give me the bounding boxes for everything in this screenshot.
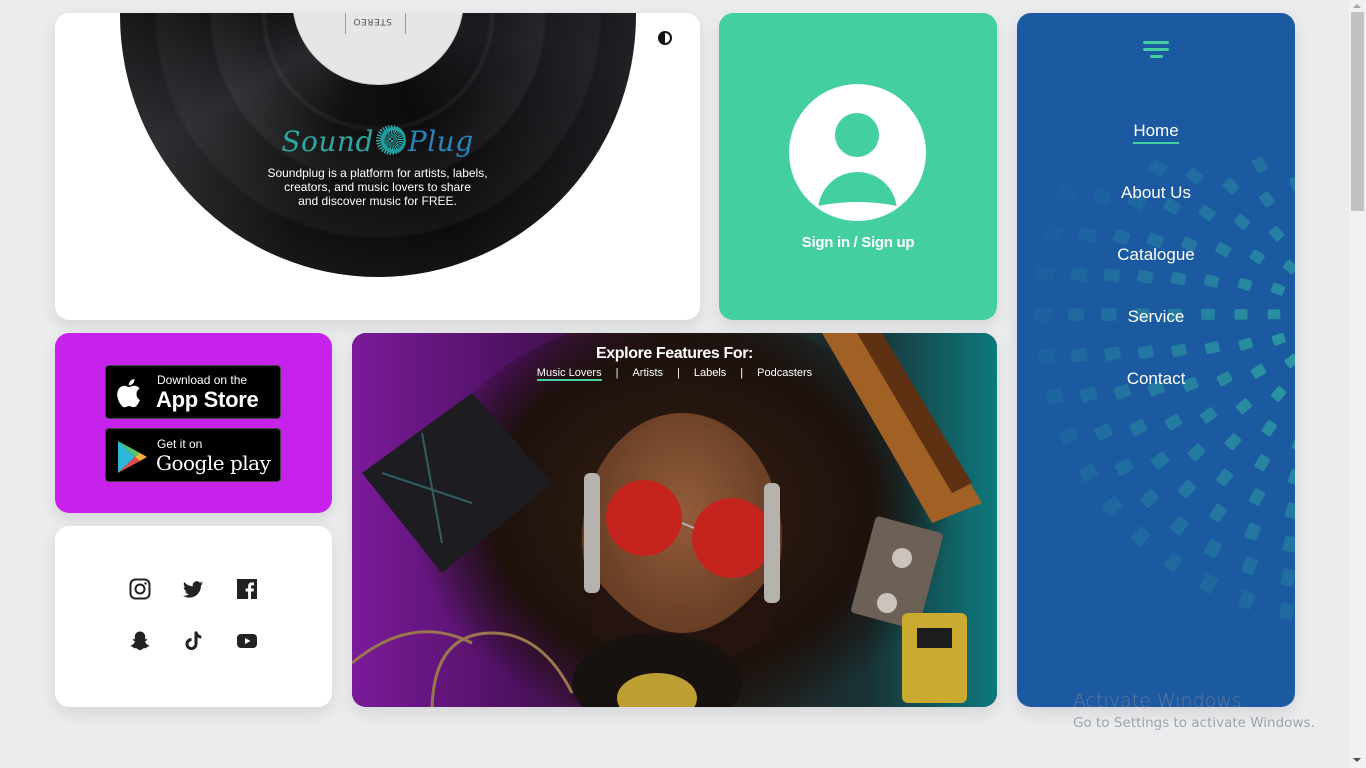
page-scrollbar[interactable]: [1349, 0, 1366, 768]
google-play-caption: Get it on: [157, 437, 203, 451]
hero-tagline: Soundplug is a platform for artists, lab…: [55, 166, 700, 208]
pattern-tile: [1248, 488, 1265, 506]
activate-windows-title: Activate Windows: [1073, 690, 1242, 712]
google-play-icon: [118, 441, 147, 473]
soundplug-logo: Sound Plug: [55, 125, 700, 158]
pattern-tile: [1150, 451, 1170, 470]
app-stores-card: Download on the App Store Get it on Goog…: [55, 333, 332, 513]
nav-link-home[interactable]: Home: [1133, 121, 1179, 144]
hamburger-icon[interactable]: [1143, 41, 1169, 61]
pattern-tile: [1209, 503, 1227, 523]
contrast-icon[interactable]: [658, 31, 672, 45]
music-lover-photo: [352, 333, 997, 707]
tab-separator: |: [740, 367, 744, 379]
social-links-card: [55, 526, 332, 707]
pattern-tile: [1114, 457, 1134, 477]
pattern-tile: [1199, 573, 1218, 594]
logo-text-sound: Sound: [281, 125, 374, 158]
google-play-button[interactable]: Get it on Google play: [105, 428, 281, 482]
pattern-tile: [1282, 535, 1295, 553]
pattern-tile: [1203, 538, 1222, 559]
label-line: [405, 13, 406, 34]
scroll-down-arrow-icon[interactable]: [1353, 758, 1361, 762]
tiktok-icon[interactable]: [182, 630, 204, 652]
nav-item-service: Service: [1017, 307, 1295, 369]
pattern-tile: [1278, 601, 1295, 621]
hero-card: STEREO Sound Plug Soundplug is a platform…: [55, 13, 700, 320]
pattern-tile: [1216, 468, 1234, 487]
explore-features-card: Explore Features For: Music Lovers | Artis…: [352, 333, 997, 707]
google-play-title: Google play: [156, 451, 271, 475]
app-store-title: App Store: [156, 387, 259, 412]
tab-podcasters[interactable]: Podcasters: [757, 367, 812, 379]
youtube-icon[interactable]: [236, 630, 258, 652]
pattern-tile: [1130, 526, 1151, 547]
tagline-line: Soundplug is a platform for artists, lab…: [267, 166, 488, 180]
nav-link-about-us[interactable]: About Us: [1121, 183, 1191, 204]
nav-menu: Home About Us Catalogue Service Contact: [1017, 121, 1295, 431]
tab-music-lovers[interactable]: Music Lovers: [536, 367, 602, 381]
activate-windows-subtitle: Go to Settings to activate Windows.: [1073, 715, 1315, 731]
app-store-caption: Download on the: [157, 373, 248, 387]
pattern-tile: [1244, 522, 1262, 541]
tab-labels[interactable]: Labels: [694, 367, 726, 379]
facebook-icon[interactable]: [236, 578, 258, 600]
explore-tabs: Music Lovers | Artists | Labels | Podcasters: [352, 367, 997, 381]
nav-link-service[interactable]: Service: [1128, 307, 1185, 328]
pattern-tile: [1139, 489, 1159, 508]
pattern-tile: [1238, 590, 1256, 610]
logo-swirl-icon: [375, 125, 406, 155]
nav-link-catalogue[interactable]: Catalogue: [1117, 245, 1195, 266]
tab-artists[interactable]: Artists: [632, 367, 663, 379]
apple-icon: [117, 379, 140, 408]
navigation-card: Home About Us Catalogue Service Contact: [1017, 13, 1295, 707]
tab-separator: |: [677, 367, 680, 379]
app-store-button[interactable]: Download on the App Store: [105, 365, 281, 419]
snapchat-icon[interactable]: [129, 630, 151, 652]
tab-separator: |: [615, 367, 619, 379]
label-stereo-text: STEREO: [353, 16, 392, 26]
pattern-tile: [1284, 502, 1295, 519]
avatar-body-mask: [789, 202, 926, 221]
hamburger-line: [1143, 48, 1169, 51]
nav-item-about-us: About Us: [1017, 183, 1295, 245]
instagram-icon[interactable]: [129, 578, 151, 600]
nav-item-contact: Contact: [1017, 369, 1295, 431]
hamburger-line: [1143, 41, 1169, 44]
signin-card[interactable]: Sign in / Sign up: [719, 13, 997, 320]
label-line: [345, 13, 346, 34]
user-avatar-icon[interactable]: [789, 84, 926, 221]
nav-item-home: Home: [1017, 121, 1295, 183]
tagline-line: creators, and music lovers to share: [284, 180, 471, 194]
pattern-tile: [1169, 516, 1189, 536]
pattern-tile: [1177, 480, 1196, 499]
nav-item-catalogue: Catalogue: [1017, 245, 1295, 307]
avatar-head: [835, 113, 879, 157]
tagline-line: and discover music for FREE.: [298, 194, 457, 208]
logo-text-plug: Plug: [407, 125, 474, 158]
signin-signup-link[interactable]: Sign in / Sign up: [719, 234, 997, 251]
twitter-icon[interactable]: [182, 579, 204, 601]
pattern-tile: [1078, 463, 1099, 482]
pattern-tile: [1280, 568, 1295, 587]
nav-link-contact[interactable]: Contact: [1127, 369, 1186, 390]
pattern-tile: [1241, 556, 1258, 576]
scrollbar-thumb[interactable]: [1351, 12, 1364, 211]
pattern-tile: [1291, 435, 1295, 452]
pattern-tile: [1254, 454, 1271, 472]
explore-title: Explore Features For:: [596, 345, 753, 362]
pattern-tile: [1163, 552, 1183, 573]
pattern-tile: [1224, 433, 1242, 451]
scroll-up-arrow-icon[interactable]: [1353, 4, 1361, 8]
pattern-tile: [1102, 496, 1123, 516]
hamburger-line: [1150, 55, 1163, 58]
pattern-tile: [1288, 468, 1295, 486]
pattern-tile: [1187, 443, 1206, 461]
